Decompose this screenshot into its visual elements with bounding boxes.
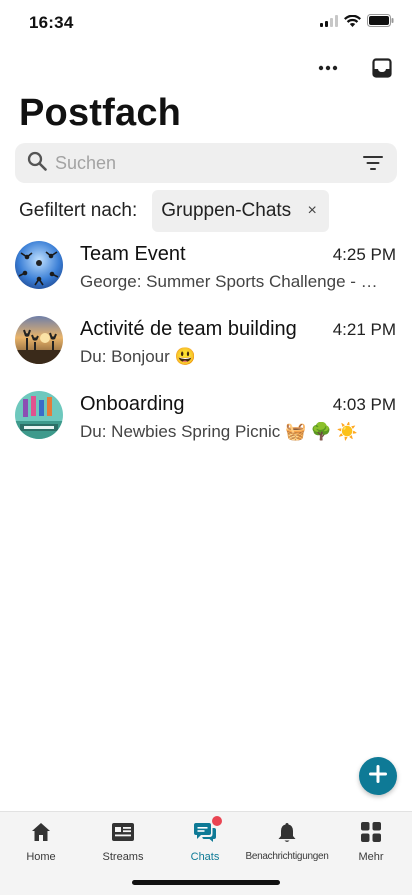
inbox-icon[interactable] <box>370 56 394 80</box>
chat-time: 4:21 PM <box>332 320 396 339</box>
more-options-icon[interactable] <box>316 56 340 80</box>
chat-name: Activité de team building <box>80 318 297 340</box>
tab-more[interactable]: Mehr <box>330 820 412 863</box>
notification-badge <box>212 816 222 826</box>
chat-row-onboarding[interactable]: Onboarding 4:03 PM Du: Newbies Spring Pi… <box>0 385 412 460</box>
chat-row-team-building[interactable]: Activité de team building 4:21 PM Du: Bo… <box>0 310 412 385</box>
filter-icon[interactable] <box>361 151 385 175</box>
chat-time: 4:25 PM <box>332 245 396 264</box>
filter-chip-group-chats[interactable]: Gruppen-Chats × <box>152 190 330 232</box>
search-icon <box>27 151 47 176</box>
chat-name: Team Event <box>80 243 186 265</box>
filter-row: Gefiltert nach: Gruppen-Chats × <box>19 190 330 232</box>
chat-list: Team Event 4:25 PM George: Summer Sports… <box>0 235 412 460</box>
chats-icon <box>194 816 222 844</box>
new-chat-button[interactable] <box>359 757 397 795</box>
close-icon[interactable]: × <box>305 202 319 220</box>
tab-label: Streams <box>102 851 144 863</box>
page-title: Postfach <box>19 92 182 134</box>
plus-icon <box>369 764 387 788</box>
chat-preview: George: Summer Sports Challenge - Get re… <box>80 272 390 291</box>
streams-icon <box>112 820 134 844</box>
chat-preview: Du: Bonjour 😃 <box>80 347 196 366</box>
battery-icon <box>367 14 394 32</box>
status-bar: 16:34 <box>0 0 412 44</box>
signal-icon <box>320 14 338 32</box>
grid-icon <box>361 820 381 844</box>
search-input[interactable] <box>55 152 361 174</box>
status-time: 16:34 <box>29 13 74 32</box>
wifi-icon <box>344 14 361 32</box>
chat-name: Onboarding <box>80 393 185 415</box>
avatar <box>15 391 63 439</box>
tab-label: Mehr <box>358 851 384 863</box>
chat-row-team-event[interactable]: Team Event 4:25 PM George: Summer Sports… <box>0 235 412 310</box>
tab-streams[interactable]: Streams <box>82 820 164 863</box>
chat-preview: Du: Newbies Spring Picnic 🧺 🌳 ☀️ <box>80 422 358 441</box>
header-actions <box>316 56 394 80</box>
tab-home[interactable]: Home <box>0 820 82 863</box>
status-icons <box>320 14 394 32</box>
avatar <box>15 241 63 289</box>
tab-label: Home <box>26 851 56 863</box>
home-indicator <box>132 880 280 885</box>
filter-chip-label: Gruppen-Chats <box>161 200 292 221</box>
home-icon <box>31 820 51 844</box>
tab-label: Benachrichtigungen <box>245 851 329 862</box>
filter-label: Gefiltert nach: <box>19 200 138 221</box>
tab-chats[interactable]: Chats <box>164 816 246 863</box>
avatar <box>15 316 63 364</box>
search-bar[interactable] <box>15 143 397 183</box>
bell-icon <box>278 820 296 844</box>
chat-time: 4:03 PM <box>332 395 396 414</box>
tab-label: Chats <box>190 851 220 863</box>
tab-notifications[interactable]: Benachrichtigungen <box>245 820 329 862</box>
